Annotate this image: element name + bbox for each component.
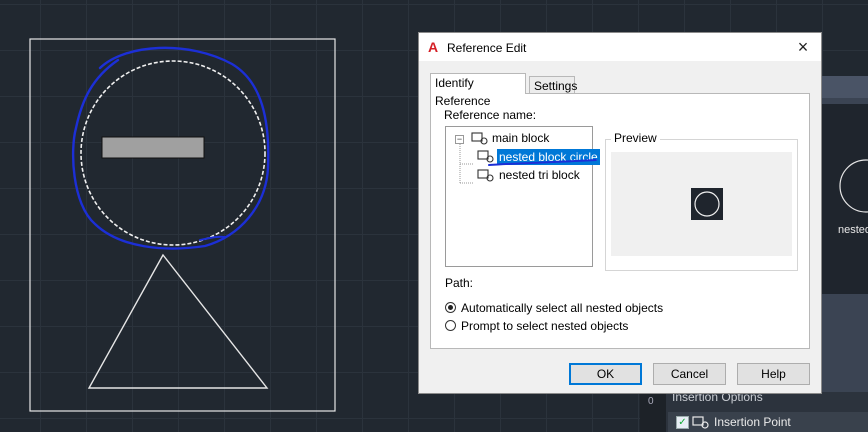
tree-item-label: nested tri block: [499, 168, 580, 182]
close-icon[interactable]: ×: [793, 37, 813, 57]
block-icon: [477, 169, 494, 182]
palette-circle-thumbnail: [839, 159, 868, 213]
block-icon: [692, 416, 709, 429]
prompt-select-label[interactable]: Prompt to select nested objects: [461, 319, 628, 333]
tab-settings[interactable]: Settings: [529, 76, 577, 94]
tree-connector-lines: [459, 144, 473, 184]
prompt-select-radio[interactable]: [445, 320, 456, 331]
palette-block-label: nested: [838, 224, 868, 236]
preview-group: Preview: [605, 131, 798, 271]
dialog-titlebar[interactable]: A Reference Edit ×: [419, 33, 821, 61]
cancel-button[interactable]: Cancel: [653, 363, 726, 385]
rectangle-shape: [101, 136, 205, 159]
side-strip-glyph: 0: [648, 396, 654, 407]
insertion-point-row[interactable]: ✓ Insertion Point: [668, 412, 868, 432]
autocad-logo-icon: A: [428, 39, 439, 55]
identify-reference-panel: Reference name: − main block nested bloc…: [430, 93, 810, 349]
reference-tree[interactable]: − main block nested block circle nested …: [445, 126, 600, 267]
preview-label: Preview: [611, 131, 660, 145]
tree-item-label: main block: [492, 131, 550, 145]
block-frame: [29, 38, 336, 412]
collapse-icon[interactable]: −: [455, 135, 464, 144]
tool-palette: nested: [818, 76, 868, 432]
reference-name-label: Reference name:: [444, 108, 537, 122]
preview-circle: [694, 191, 720, 217]
nested-triangle: [87, 253, 269, 389]
auto-select-radio[interactable]: [445, 302, 456, 313]
tree-item-label: nested block circle: [497, 149, 600, 165]
panel-side-strip: 0: [640, 392, 666, 432]
insertion-point-label: Insertion Point: [714, 415, 791, 429]
insertion-options-panel: 0 Insertion Options ✓ Insertion Point: [640, 390, 868, 432]
auto-select-label[interactable]: Automatically select all nested objects: [461, 301, 663, 315]
preview-thumbnail: [691, 188, 723, 220]
ok-button[interactable]: OK: [569, 363, 642, 385]
dialog-title: Reference Edit: [447, 41, 527, 55]
palette-preview-area[interactable]: nested: [820, 104, 868, 294]
help-button[interactable]: Help: [737, 363, 810, 385]
insertion-point-checkbox[interactable]: ✓: [676, 416, 689, 429]
path-label: Path:: [445, 276, 474, 290]
tab-identify-reference[interactable]: Identify Reference: [430, 73, 526, 108]
reference-edit-dialog: A Reference Edit × Identify Reference Se…: [418, 32, 822, 394]
block-icon: [477, 150, 494, 163]
block-icon: [471, 132, 488, 145]
palette-header: [818, 76, 868, 98]
preview-area: [611, 152, 792, 256]
